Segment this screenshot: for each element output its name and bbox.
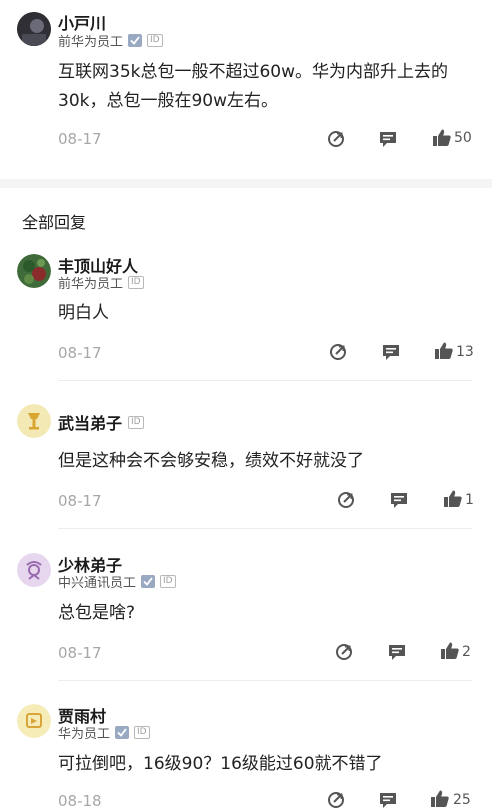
id-badge: ID <box>160 575 176 588</box>
avatar[interactable] <box>17 404 51 438</box>
share-icon[interactable] <box>326 129 346 149</box>
divider <box>58 680 472 681</box>
post-content-line-2: 30k，总包一般在90w左右。 <box>58 91 279 111</box>
company-label: 华为员工 <box>58 727 111 742</box>
section-title: 全部回复 <box>22 213 87 232</box>
verified-icon <box>115 726 130 739</box>
comment-icon[interactable] <box>381 342 401 362</box>
share-icon[interactable] <box>334 642 354 662</box>
comment-icon[interactable] <box>389 490 409 510</box>
thumbs-up-icon[interactable] <box>432 128 452 148</box>
comment-icon[interactable] <box>378 790 398 810</box>
verified-icon <box>141 575 156 588</box>
like-count: 50 <box>454 130 472 146</box>
like-count: 13 <box>456 344 474 360</box>
avatar[interactable] <box>17 12 51 46</box>
reply-content: 明白人 <box>58 303 109 323</box>
reply-date: 08-17 <box>58 492 102 510</box>
like-count: 25 <box>453 792 471 808</box>
divider <box>58 380 472 381</box>
company-label: 中兴通讯员工 <box>58 576 137 591</box>
reply-author-name-text[interactable]: 武当弟子 <box>58 410 122 434</box>
reply-author-company: 前华为员工 ID <box>58 273 144 292</box>
id-badge: ID <box>128 276 144 289</box>
share-icon[interactable] <box>326 790 346 810</box>
reply-date: 08-17 <box>58 644 102 662</box>
id-badge: ID <box>128 415 144 429</box>
section-separator <box>0 179 492 188</box>
share-icon[interactable] <box>328 342 348 362</box>
avatar[interactable] <box>17 704 51 738</box>
like-count: 1 <box>465 492 474 508</box>
comment-icon[interactable] <box>387 642 407 662</box>
reply-date: 08-18 <box>58 792 102 810</box>
share-icon[interactable] <box>336 490 356 510</box>
reply-author-name[interactable]: 武当弟子 ID <box>58 410 144 434</box>
company-label: 前华为员工 <box>58 35 124 50</box>
verified-icon <box>128 34 143 47</box>
reply-author-company: 中兴通讯员工 ID <box>58 572 176 591</box>
reply-content: 但是这种会不会够安稳，绩效不好就没了 <box>58 451 364 471</box>
comment-icon[interactable] <box>378 129 398 149</box>
post-author-company: 前华为员工 ID <box>58 31 163 50</box>
thumbs-up-icon[interactable] <box>440 641 460 661</box>
avatar[interactable] <box>17 553 51 587</box>
like-count: 2 <box>462 644 471 660</box>
post-date: 08-17 <box>58 130 102 148</box>
id-badge: ID <box>147 34 163 47</box>
id-badge: ID <box>134 726 150 739</box>
reply-content: 可拉倒吧，16级90？16级能过60就不错了 <box>58 754 383 774</box>
divider <box>58 528 472 529</box>
reply-content: 总包是啥? <box>58 603 136 623</box>
post-content-line-1: 互联网35k总包一般不超过60w。华为内部升上去的 <box>58 62 449 82</box>
thumbs-up-icon[interactable] <box>434 341 454 361</box>
reply-author-company: 华为员工 ID <box>58 723 150 742</box>
thumbs-up-icon[interactable] <box>430 789 450 809</box>
avatar[interactable] <box>17 254 51 288</box>
thumbs-up-icon[interactable] <box>443 489 463 509</box>
company-label: 前华为员工 <box>58 277 124 292</box>
reply-date: 08-17 <box>58 344 102 362</box>
